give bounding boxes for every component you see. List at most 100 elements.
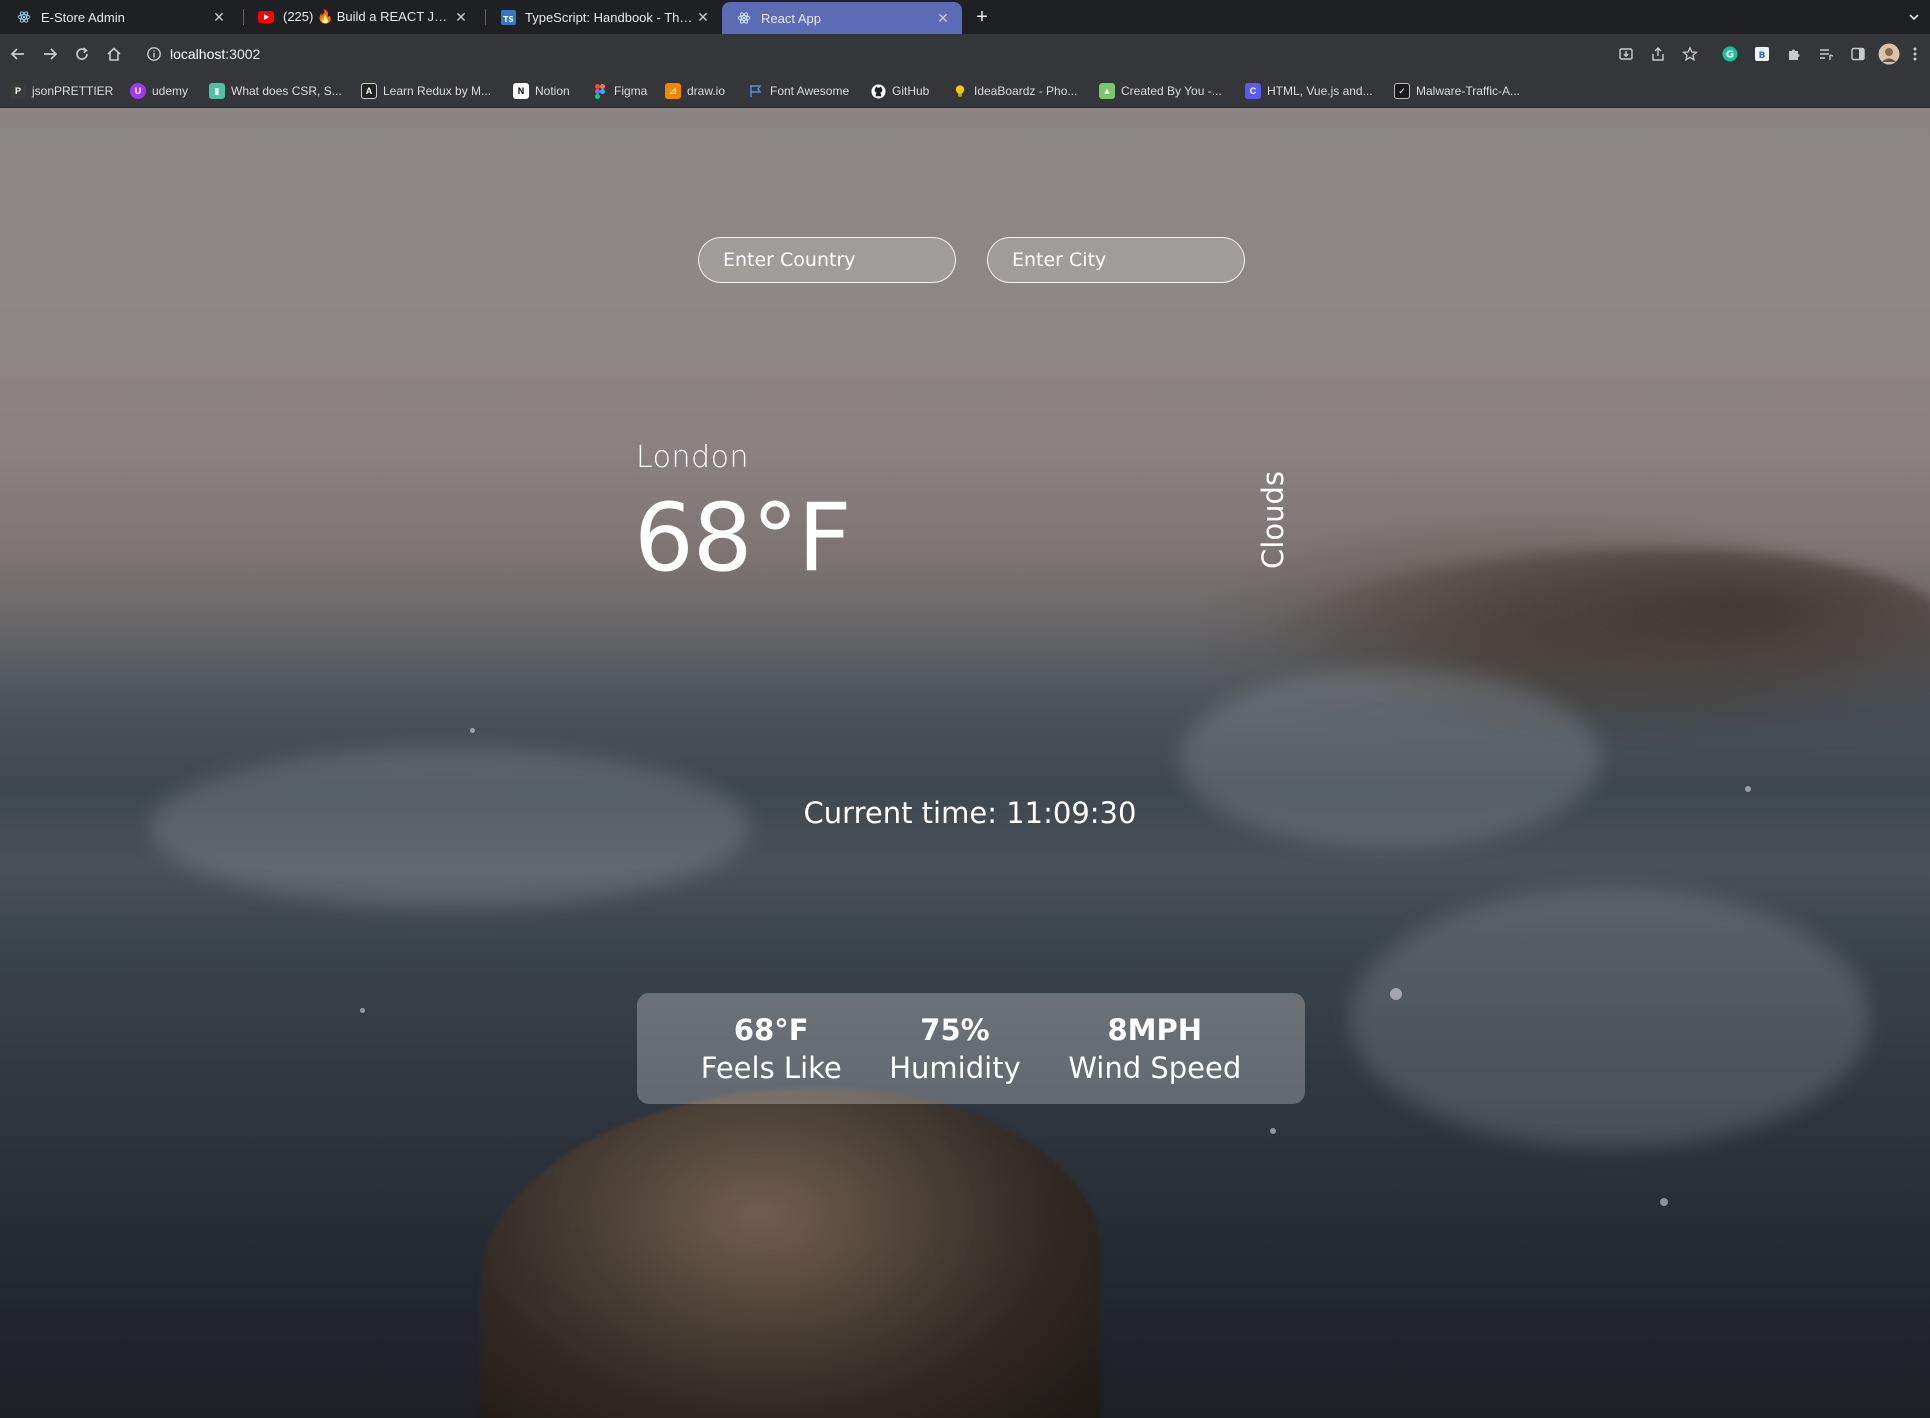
reload-button[interactable] (70, 42, 94, 66)
background-spray (470, 728, 475, 733)
humidity-label: Humidity (889, 1050, 1021, 1085)
bookmark-label: Malware-Traffic-A... (1416, 84, 1521, 98)
humidity-value: 75% (920, 1012, 990, 1047)
svg-text:B: B (1759, 51, 1766, 61)
udemy-icon: U (130, 83, 146, 99)
bookmark-label: Notion (535, 84, 570, 98)
tab-strip: E-Store Admin ✕ (225) 🔥 Build a REACT JS… (0, 0, 1930, 34)
jsonprettier-icon: P (10, 83, 26, 99)
tab-react-app[interactable]: React App ✕ (722, 2, 962, 34)
bookmark-label: Learn Redux by M... (383, 84, 492, 98)
bookmark-jsonprettier[interactable]: P jsonPRETTIER (10, 81, 113, 101)
home-button[interactable] (102, 42, 126, 66)
close-icon[interactable]: ✕ (452, 8, 470, 26)
react-icon (16, 9, 32, 25)
close-icon[interactable]: ✕ (934, 9, 952, 27)
bookmark-html-vue[interactable]: C HTML, Vue.js and... (1245, 81, 1373, 101)
background-foam (1350, 888, 1870, 1148)
info-icon[interactable] (146, 46, 162, 62)
bookmark-label: Figma (614, 84, 648, 98)
background-spray (1660, 1198, 1668, 1206)
weather-stats-panel: 68°F Feels Like 75% Humidity 8MPH Wind S… (637, 993, 1305, 1104)
bookmark-redux[interactable]: A Learn Redux by M... (361, 81, 491, 101)
tab-estore-admin[interactable]: E-Store Admin ✕ (2, 2, 238, 32)
bookmark-label: Font Awesome (770, 84, 850, 98)
bookmark-udemy[interactable]: U udemy (130, 81, 188, 101)
github-icon (870, 83, 886, 99)
bookmark-label: HTML, Vue.js and... (1267, 84, 1373, 98)
reload-icon (76, 47, 88, 60)
arrow-right-icon (44, 48, 58, 60)
bookmark-ideaboardz[interactable]: IdeaBoardz - Pho... (952, 81, 1077, 101)
bookmark-figma[interactable]: Figma (592, 81, 647, 101)
youtube-icon (258, 9, 274, 25)
c-icon: C (1245, 83, 1261, 99)
url-text: localhost:3002 (170, 46, 260, 62)
reading-list-icon[interactable] (1816, 44, 1836, 64)
puzzle-icon[interactable] (1784, 44, 1804, 64)
close-icon[interactable]: ✕ (210, 8, 228, 26)
bookmark-created-by-you[interactable]: ▲ Created By You -... (1099, 81, 1222, 101)
react-icon (736, 10, 752, 26)
side-panel-icon[interactable] (1848, 44, 1868, 64)
bookmark-label: udemy (152, 84, 189, 98)
tab-typescript[interactable]: TS TypeScript: Handbook - The Ty ✕ (486, 2, 722, 32)
tab-title: TypeScript: Handbook - The Ty (525, 9, 694, 25)
figma-icon (592, 83, 608, 99)
city-name: London (636, 440, 749, 475)
wind-speed-value: 8MPH (1107, 1012, 1203, 1047)
install-app-icon[interactable] (1616, 44, 1636, 64)
temperature: 68°F (634, 484, 852, 593)
checkbox-icon: ✓ (1394, 83, 1410, 99)
url-host: localhost (170, 46, 226, 62)
bookmark-label: Created By You -... (1121, 84, 1222, 98)
bookmark-github[interactable]: GitHub (870, 81, 929, 101)
weather-description: Clouds (1256, 471, 1290, 569)
back-button[interactable] (6, 42, 30, 66)
chevron-down-icon[interactable] (1904, 7, 1924, 27)
background-spray (360, 1008, 365, 1013)
bookmark-label: draw.io (687, 84, 726, 98)
drawio-icon: ⊿ (665, 83, 681, 99)
bookmark-csr[interactable]: ▮ What does CSR, S... (209, 81, 342, 101)
extension-b-icon[interactable]: B (1752, 44, 1772, 64)
bookmark-malware-traffic[interactable]: ✓ Malware-Traffic-A... (1394, 81, 1520, 101)
share-icon[interactable] (1648, 44, 1668, 64)
grammarly-icon[interactable]: G (1720, 44, 1740, 64)
typescript-icon: TS (500, 9, 516, 25)
bookmark-label: jsonPRETTIER (32, 84, 114, 98)
svg-text:G: G (1726, 50, 1734, 61)
chart-icon: ▮ (209, 83, 225, 99)
kebab-menu-icon[interactable] (1908, 44, 1922, 64)
home-icon (107, 47, 121, 61)
background-spray (1390, 988, 1402, 1000)
background-spray (1270, 1128, 1276, 1134)
lightbulb-icon (952, 83, 968, 99)
humidity-stat: 75% Humidity (889, 1013, 1021, 1085)
arrow-left-icon (10, 48, 24, 60)
city-input[interactable] (987, 237, 1245, 283)
tab-youtube[interactable]: (225) 🔥 Build a REACT JS Por ✕ (244, 2, 480, 32)
feels-like-stat: 68°F Feels Like (701, 1013, 842, 1085)
flag-icon (748, 83, 764, 99)
bookmark-font-awesome[interactable]: Font Awesome (748, 81, 849, 101)
current-time: Current time: 11:09:30 (803, 796, 1137, 830)
address-bar[interactable]: localhost:3002 (136, 38, 1576, 70)
tab-title: E-Store Admin (41, 9, 125, 25)
background-rock (480, 1088, 1100, 1418)
avatar[interactable] (1878, 43, 1900, 65)
bookmark-drawio[interactable]: ⊿ draw.io (665, 81, 725, 101)
background-spray (1745, 786, 1751, 792)
wind-speed-label: Wind Speed (1068, 1050, 1242, 1085)
close-icon[interactable]: ✕ (694, 8, 712, 26)
feels-like-value: 68°F (733, 1012, 809, 1047)
star-icon[interactable] (1680, 44, 1700, 64)
bookmark-notion[interactable]: N Notion (513, 81, 570, 101)
country-input[interactable] (698, 237, 956, 283)
image-icon: ▲ (1099, 83, 1115, 99)
url-port: :3002 (225, 46, 261, 62)
bookmark-label: IdeaBoardz - Pho... (974, 84, 1078, 98)
new-tab-button[interactable]: + (970, 5, 994, 29)
forward-button[interactable] (38, 42, 62, 66)
weather-app: London 68°F Clouds Current time: 11:09:3… (0, 108, 1930, 1418)
